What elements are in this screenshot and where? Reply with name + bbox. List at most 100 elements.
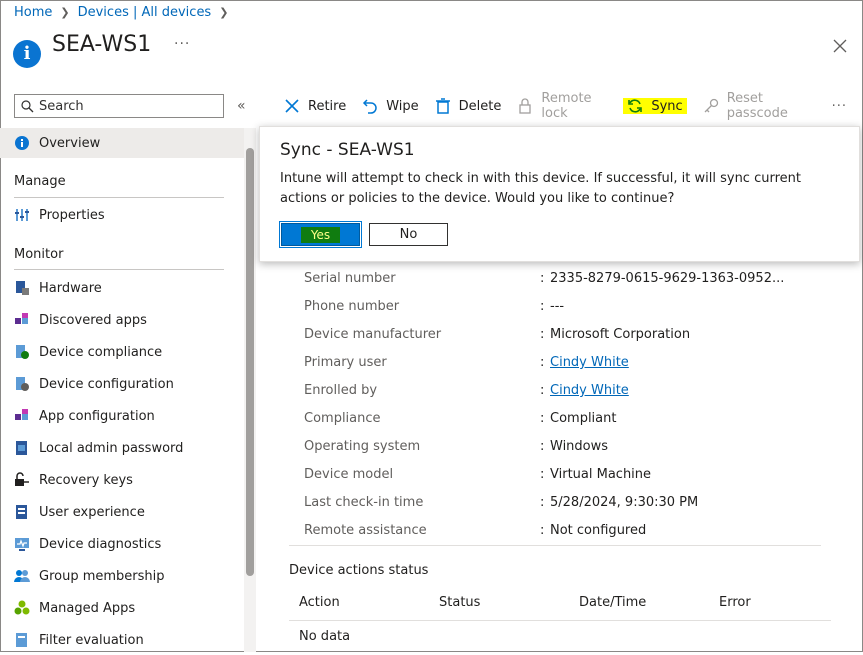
hardware-icon	[14, 280, 30, 296]
sidebar-item-label: Properties	[39, 207, 105, 223]
collapse-sidebar-icon[interactable]: «	[237, 98, 246, 114]
info-icon	[14, 135, 30, 151]
property-value: 5/28/2024, 9:30:30 PM	[550, 495, 699, 510]
property-separator: :	[540, 411, 545, 426]
sidebar-item-label: Managed Apps	[39, 600, 136, 616]
more-options-icon[interactable]: ···	[174, 36, 190, 52]
search-input[interactable]: Search	[14, 94, 224, 118]
property-separator: :	[540, 355, 545, 370]
property-separator: :	[540, 523, 545, 538]
password-icon	[14, 440, 30, 456]
property-value: Virtual Machine	[550, 467, 652, 482]
delete-button[interactable]: Delete	[435, 98, 502, 114]
column-header-status[interactable]: Status	[439, 595, 480, 610]
property-label: Primary user	[304, 355, 387, 370]
sidebar-item-overview[interactable]: Overview	[0, 128, 244, 158]
sidebar-item-device-configuration[interactable]: Device configuration	[0, 369, 244, 399]
property-label: Compliance	[304, 411, 381, 426]
key-icon	[703, 98, 719, 114]
property-value: Compliant	[550, 411, 617, 426]
user-experience-icon	[14, 504, 30, 520]
close-icon[interactable]	[830, 36, 850, 56]
property-separator: :	[540, 271, 545, 286]
properties-icon	[14, 207, 30, 223]
yes-label: Yes	[300, 226, 341, 243]
sidebar-item-label: Device compliance	[39, 344, 163, 360]
trash-icon	[435, 98, 451, 114]
breadcrumb: Home ❯ Devices | All devices ❯	[14, 5, 236, 20]
property-separator: :	[540, 495, 545, 510]
sidebar-item-label: Overview	[39, 135, 101, 151]
sidebar-item-device-diagnostics[interactable]: Device diagnostics	[0, 529, 244, 559]
manage-header: Manage	[14, 174, 66, 189]
property-value: Windows	[550, 439, 609, 454]
property-value: ---	[550, 299, 565, 314]
lock-icon	[517, 98, 533, 114]
divider	[14, 197, 224, 198]
sidebar-item-label: User experience	[39, 504, 145, 520]
page-title: SEA-WS1	[52, 32, 152, 57]
sidebar-item-label: Device diagnostics	[39, 536, 162, 552]
column-header-datetime[interactable]: Date/Time	[579, 595, 646, 610]
sidebar-item-local-admin-password[interactable]: Local admin password	[0, 433, 244, 463]
property-label: Phone number	[304, 299, 400, 314]
device-actions-status-title: Device actions status	[289, 563, 429, 578]
search-icon	[21, 99, 34, 112]
sidebar-item-discovered-apps[interactable]: Discovered apps	[0, 305, 244, 335]
sidebar-item-hardware[interactable]: Hardware	[0, 273, 244, 303]
sidebar-item-device-compliance[interactable]: Device compliance	[0, 337, 244, 367]
yes-button[interactable]: Yes	[279, 221, 362, 248]
divider	[14, 269, 224, 270]
property-value: Not configured	[550, 523, 647, 538]
property-label: Enrolled by	[304, 383, 378, 398]
property-separator: :	[540, 467, 545, 482]
sidebar-item-properties[interactable]: Properties	[0, 200, 244, 230]
column-header-error[interactable]: Error	[719, 595, 751, 610]
wipe-button[interactable]: Wipe	[362, 98, 419, 114]
property-separator: :	[540, 299, 545, 314]
remote-lock-button[interactable]: Remote lock	[517, 91, 611, 121]
sidebar-scrollbar[interactable]	[246, 148, 254, 576]
more-actions-icon[interactable]: ···	[832, 99, 847, 114]
sync-label: Sync	[651, 98, 683, 114]
property-label: Device model	[304, 467, 394, 482]
no-button[interactable]: No	[369, 223, 448, 246]
chevron-right-icon: ❯	[60, 6, 70, 19]
sidebar-item-user-experience[interactable]: User experience	[0, 497, 244, 527]
sidebar-item-managed-apps[interactable]: Managed Apps	[0, 593, 244, 623]
dialog-title: Sync - SEA-WS1	[280, 140, 415, 160]
sync-button[interactable]: Sync	[623, 98, 687, 114]
property-value: 2335-8279-0615-9629-1363-0952...	[550, 271, 785, 286]
reset-passcode-button[interactable]: Reset passcode	[703, 91, 816, 121]
sidebar-item-recovery-keys[interactable]: Recovery keys	[0, 465, 244, 495]
reset-passcode-label: Reset passcode	[726, 91, 788, 121]
column-header-action[interactable]: Action	[299, 595, 340, 610]
property-label: Remote assistance	[304, 523, 427, 538]
breadcrumb-all-devices[interactable]: Devices | All devices	[78, 5, 212, 20]
retire-button[interactable]: Retire	[284, 98, 346, 114]
key-icon	[14, 472, 30, 488]
sidebar-item-group-membership[interactable]: Group membership	[0, 561, 244, 591]
delete-label: Delete	[458, 98, 502, 114]
configuration-icon	[14, 376, 30, 392]
sidebar-item-label: App configuration	[39, 408, 155, 424]
dialog-message: Intune will attempt to check in with thi…	[280, 171, 801, 206]
sync-confirmation-dialog: Sync - SEA-WS1 Intune will attempt to ch…	[259, 126, 860, 262]
sidebar-item-label: Group membership	[39, 568, 165, 584]
diagnostics-icon	[14, 536, 30, 552]
sidebar-item-filter-evaluation[interactable]: Filter evaluation	[0, 625, 244, 655]
compliance-icon	[14, 344, 30, 360]
chevron-right-icon: ❯	[219, 6, 229, 19]
undo-icon	[362, 98, 378, 114]
property-label: Operating system	[304, 439, 421, 454]
property-value-link[interactable]: Cindy White	[550, 355, 629, 370]
sidebar-item-label: Discovered apps	[39, 312, 147, 328]
sidebar-item-app-configuration[interactable]: App configuration	[0, 401, 244, 431]
sidebar-item-label: Recovery keys	[39, 472, 133, 488]
breadcrumb-home[interactable]: Home	[14, 5, 52, 20]
wipe-label: Wipe	[386, 98, 419, 114]
property-label: Last check-in time	[304, 495, 424, 510]
sidebar-item-label: Local admin password	[39, 440, 184, 456]
property-value-link[interactable]: Cindy White	[550, 383, 629, 398]
app-config-icon	[14, 408, 30, 424]
